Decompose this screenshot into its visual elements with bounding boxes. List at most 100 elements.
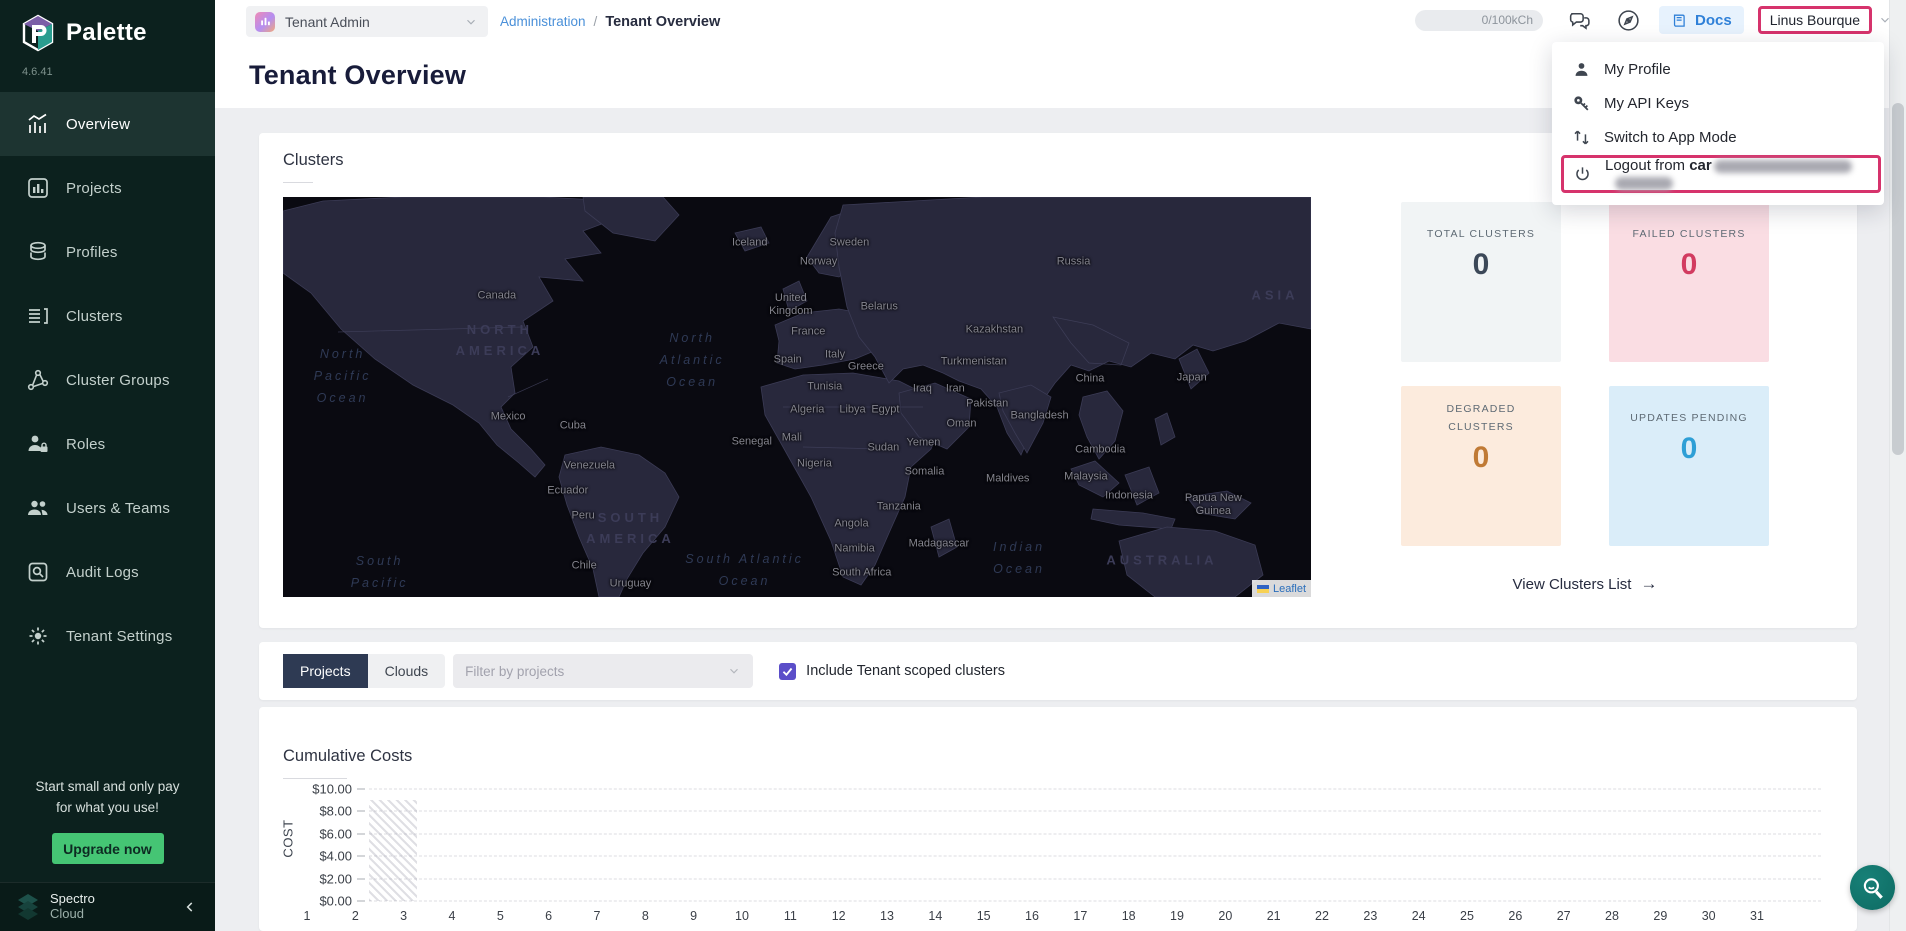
sidebar-item-label: Overview [66, 116, 130, 133]
costs-chart: COST $10.00 $8.00 $6.00 [283, 789, 1833, 901]
key-icon [1572, 94, 1591, 113]
product-tour-compass-icon[interactable] [1616, 8, 1641, 33]
x-axis-tick: 6 [545, 909, 552, 923]
app-screen: Palette 4.6.41 Overview Projects [0, 0, 1906, 931]
x-axis-tick: 27 [1557, 909, 1571, 923]
tick-mark [357, 811, 365, 812]
scrollbar-thumb[interactable] [1892, 103, 1904, 455]
stat-label: UPDATES PENDING [1630, 410, 1748, 428]
menu-item-label: Switch to App Mode [1604, 129, 1737, 146]
x-axis-tick: 14 [928, 909, 942, 923]
leaflet-label[interactable]: Leaflet [1273, 583, 1306, 595]
promo-line: for what you use! [14, 798, 201, 819]
menu-item-my-api-keys[interactable]: My API Keys [1552, 86, 1884, 120]
sidebar-item-users-teams[interactable]: Users & Teams [0, 476, 215, 540]
y-axis-tick: $4.00 [319, 849, 365, 864]
divider [283, 182, 313, 183]
x-axis-tick: 7 [594, 909, 601, 923]
filter-placeholder: Filter by projects [465, 664, 564, 679]
x-axis-tick: 25 [1460, 909, 1474, 923]
y-axis-tick: $10.00 [312, 782, 365, 797]
content: Clusters [215, 108, 1906, 931]
users-teams-icon [26, 496, 50, 520]
scrollbar[interactable] [1889, 0, 1906, 931]
checkbox-checked-icon[interactable] [779, 663, 796, 680]
tenant-scoped-checkbox-row[interactable]: Include Tenant scoped clusters [779, 663, 1005, 680]
x-axis-tick: 4 [449, 909, 456, 923]
sidebar-item-overview[interactable]: Overview [0, 92, 215, 156]
docs-button[interactable]: Docs [1659, 6, 1744, 34]
x-axis-tick: 1 [304, 909, 311, 923]
chat-icon[interactable] [1567, 8, 1592, 33]
sidebar-nav: Overview Projects Profiles [0, 92, 215, 668]
chevron-down-icon [464, 15, 478, 29]
view-clusters-list-link[interactable]: View Clusters List → [1401, 574, 1769, 594]
promo-line: Start small and only pay [14, 777, 201, 798]
scope-tab[interactable]: Clouds [368, 654, 446, 688]
clusters-icon [26, 304, 50, 328]
x-axis-tick: 29 [1653, 909, 1667, 923]
usage-meter: 0/100kCh [1415, 10, 1543, 31]
sidebar-item-label: Audit Logs [66, 564, 139, 581]
upgrade-now-button[interactable]: Upgrade now [52, 833, 164, 864]
tenant-settings-icon [26, 624, 50, 648]
breadcrumb-administration[interactable]: Administration [500, 14, 586, 29]
x-axis-tick: 30 [1702, 909, 1716, 923]
arrow-right-icon: → [1640, 574, 1657, 594]
scope-tab[interactable]: Projects [283, 654, 368, 688]
gridline [369, 811, 1821, 812]
clusters-card: Clusters [259, 133, 1857, 628]
gridline [369, 833, 1821, 834]
sidebar-item-label: Users & Teams [66, 500, 170, 517]
stat-label: DEGRADED CLUSTERS [1421, 401, 1541, 437]
page-title: Tenant Overview [249, 60, 466, 91]
menu-item-my-profile[interactable]: My Profile [1552, 52, 1884, 86]
workspace-selector[interactable]: Tenant Admin [246, 6, 488, 37]
logout-tenant-prefix: car [1689, 157, 1712, 174]
x-axis-tick: 8 [642, 909, 649, 923]
x-axis-tick: 18 [1122, 909, 1136, 923]
x-axis-tick: 10 [735, 909, 749, 923]
app-version: 4.6.41 [0, 66, 215, 78]
x-axis-tick: 26 [1508, 909, 1522, 923]
x-axis-tick: 12 [832, 909, 846, 923]
gridline [369, 901, 1821, 902]
sidebar-item-profiles[interactable]: Profiles [0, 220, 215, 284]
menu-item-label: My API Keys [1604, 95, 1689, 112]
x-axis-tick: 22 [1315, 909, 1329, 923]
scope-tabs: ProjectsClouds [283, 654, 445, 688]
sidebar-item-tenant-settings[interactable]: Tenant Settings [0, 604, 215, 668]
sidebar-item-projects[interactable]: Projects [0, 156, 215, 220]
sidebar-collapse-icon[interactable] [183, 900, 197, 914]
audit-logs-icon [26, 560, 50, 584]
spectro-cloud-logo-icon [14, 892, 42, 922]
x-axis-tick: 24 [1412, 909, 1426, 923]
sidebar-item-label: Profiles [66, 244, 118, 261]
spectro-cloud-wordmark: Spectro Cloud [50, 892, 95, 922]
sidebar-item-clusters[interactable]: Clusters [0, 284, 215, 348]
ukraine-flag-icon [1257, 585, 1269, 593]
breadcrumb-separator: / [594, 14, 598, 29]
sidebar-item-audit-logs[interactable]: Audit Logs [0, 540, 215, 604]
x-axis-tick: 21 [1267, 909, 1281, 923]
x-axis-tick: 16 [1025, 909, 1039, 923]
stat-total-clusters: TOTAL CLUSTERS 0 [1401, 202, 1561, 362]
stat-label: FAILED CLUSTERS [1632, 226, 1745, 244]
x-axis-tick: 13 [880, 909, 894, 923]
sidebar-item-roles[interactable]: Roles [0, 412, 215, 476]
stat-value: 0 [1473, 441, 1490, 475]
breadcrumb: Administration / Tenant Overview [500, 14, 720, 30]
switch-arrows-icon [1572, 128, 1591, 147]
book-icon [1671, 12, 1688, 29]
world-map-land [283, 197, 1311, 597]
x-axis-tick: 5 [497, 909, 504, 923]
menu-item-logout[interactable]: Logout from car [1561, 155, 1881, 193]
x-axis-tick: 3 [400, 909, 407, 923]
user-menu-trigger[interactable]: Linus Bourque [1758, 6, 1872, 34]
support-search-fab[interactable] [1850, 865, 1895, 910]
menu-item-switch-app-mode[interactable]: Switch to App Mode [1552, 120, 1884, 154]
filter-by-projects-select[interactable]: Filter by projects [453, 654, 753, 688]
world-map[interactable]: IcelandSwedenNorwayRussiaCanadaUnited Ki… [283, 197, 1311, 597]
hatched-placeholder-band [369, 800, 417, 901]
sidebar-item-cluster-groups[interactable]: Cluster Groups [0, 348, 215, 412]
